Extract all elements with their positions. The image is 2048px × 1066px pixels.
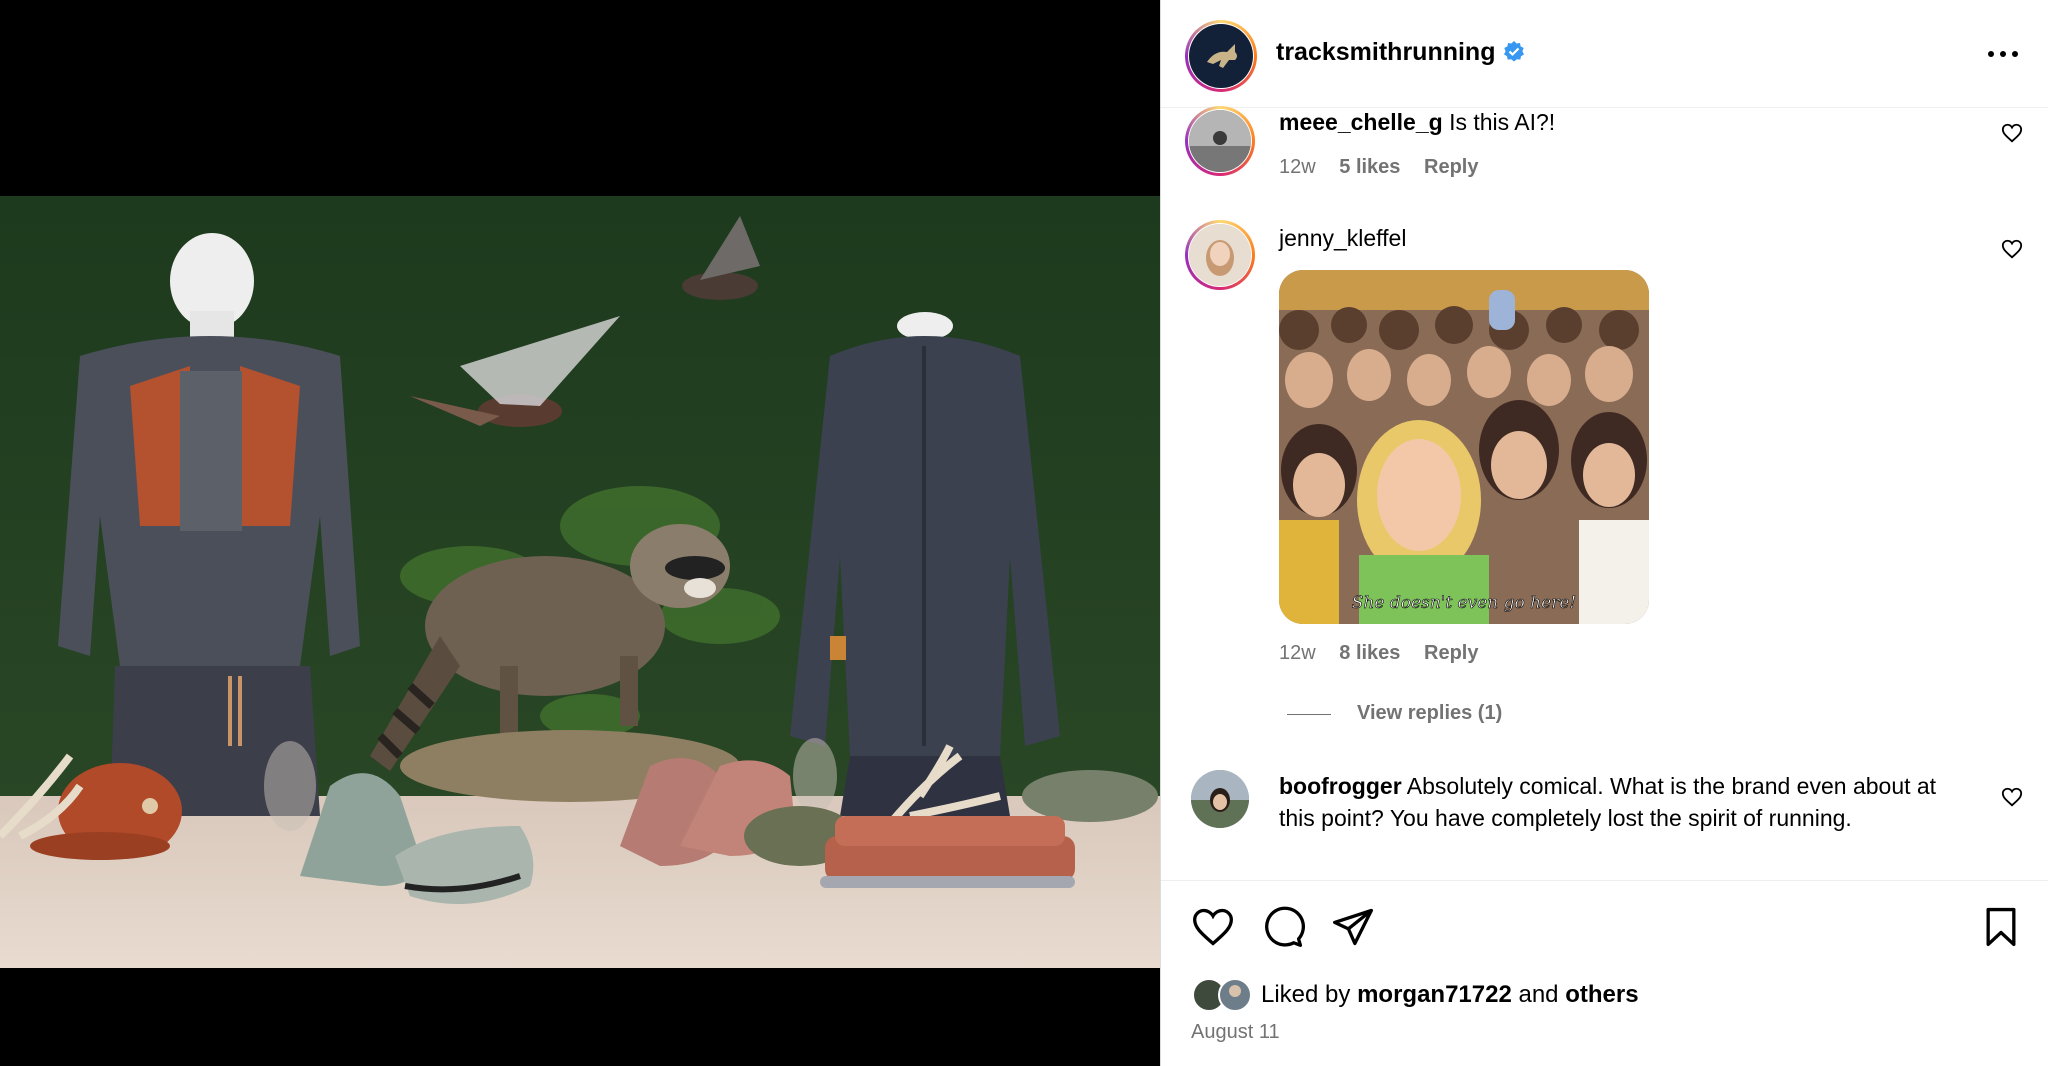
commenter-avatar[interactable] [1185, 220, 1255, 290]
comment-meta: 12w 8 likes Reply [1279, 642, 1496, 665]
post-actions: Liked by morgan71722 and others August 1… [1161, 880, 2048, 1066]
comment-username[interactable]: jenny_kleffel [1279, 225, 1406, 251]
reply-button[interactable]: Reply [1424, 642, 1478, 664]
post-header: tracksmithrunning [1161, 0, 2048, 108]
share-icon[interactable] [1331, 905, 1375, 949]
comment-time: 12w [1279, 156, 1316, 178]
comment-meta: 12w 5 likes Reply [1279, 156, 1496, 179]
comment-username[interactable]: boofrogger [1279, 773, 1402, 799]
liked-by-others-link[interactable]: others [1565, 981, 1638, 1008]
more-options-icon[interactable] [1983, 42, 2023, 66]
avatar-photo [1189, 224, 1251, 286]
gif-caption: She doesn't even go here! [1352, 593, 1576, 613]
heart-icon[interactable] [2001, 786, 2023, 808]
instagram-post-window: tracksmithrunning meee_chelle_g Is this … [0, 0, 2048, 1066]
verified-badge-icon [1502, 40, 1526, 64]
liked-by-label: Liked by [1261, 981, 1351, 1008]
comment-icon[interactable] [1261, 905, 1305, 949]
reply-button[interactable]: Reply [1424, 156, 1478, 178]
author-avatar[interactable] [1185, 20, 1257, 92]
liker-username[interactable]: morgan71722 [1357, 981, 1512, 1008]
bookmark-icon[interactable] [1979, 905, 2023, 949]
commenter-avatar[interactable] [1191, 770, 1249, 828]
comment-likes[interactable]: 8 likes [1339, 642, 1400, 664]
comment-body: Is this AI?! [1449, 109, 1556, 135]
likers-avatars[interactable] [1191, 977, 1257, 1013]
liked-by-and: and [1518, 981, 1559, 1008]
post-media[interactable] [0, 0, 1160, 1066]
comment-likes[interactable]: 5 likes [1339, 156, 1400, 178]
avatar-photo [1189, 110, 1251, 172]
post-details-panel: tracksmithrunning meee_chelle_g Is this … [1160, 0, 2048, 1066]
replies-divider [1287, 714, 1331, 715]
view-replies-button[interactable]: View replies (1) [1357, 702, 1502, 725]
liked-by-text: Liked by morgan71722 and others [1261, 981, 1639, 1009]
commenter-avatar[interactable] [1185, 106, 1255, 176]
heart-icon[interactable] [2001, 122, 2023, 144]
comment-username[interactable]: meee_chelle_g [1279, 109, 1443, 135]
heart-icon[interactable] [2001, 238, 2023, 260]
post-date: August 11 [1191, 1021, 1280, 1043]
comment-gif[interactable]: She doesn't even go here! [1279, 270, 1649, 624]
post-photo[interactable] [0, 196, 1160, 968]
author-username[interactable]: tracksmithrunning [1276, 38, 1495, 67]
tracksmith-logo-icon [1189, 24, 1253, 88]
comment-time: 12w [1279, 642, 1316, 664]
heart-icon[interactable] [1191, 905, 1235, 949]
product-display-photo [0, 196, 1160, 968]
